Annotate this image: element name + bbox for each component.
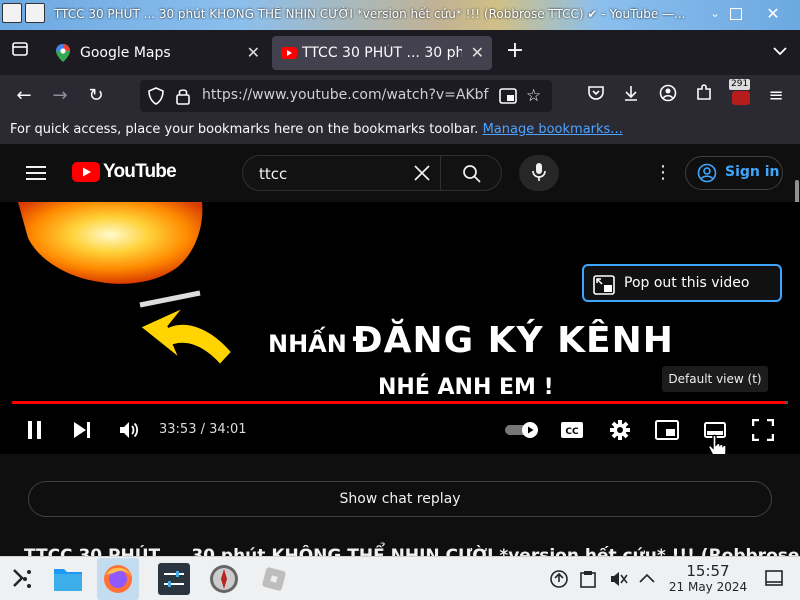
keep-above-icon[interactable] [25,3,45,23]
overlay-text-line2: NHÉ ANH EM ! [378,375,554,400]
user-circle-icon [697,163,717,183]
lock-icon[interactable] [176,87,190,109]
updates-icon[interactable] [550,570,568,592]
fullscreen-icon[interactable] [751,418,775,445]
roblox-icon[interactable] [258,563,290,595]
tab-label: Google Maps [80,45,171,61]
search-box[interactable]: ttcc [242,155,502,191]
tab-youtube-video[interactable]: TTCC 30 PHÚT ... 30 phút ✕ [272,36,492,70]
guide-menu-icon[interactable] [26,165,46,185]
search-divider [440,156,441,190]
tab-label: TTCC 30 PHÚT ... 30 phút [302,45,462,61]
clipboard-icon[interactable] [580,570,596,592]
window-title: TTCC 30 PHÚT ... 30 phút KHÔNG THỂ NHỊN … [54,7,686,21]
clock-time[interactable]: 15:57 [672,562,744,580]
bookmarks-hint-text: For quick access, place your bookmarks h… [10,122,479,137]
google-maps-favicon-icon [56,44,70,66]
application-launcher-icon[interactable] [10,566,36,596]
tooltip: Default view (t) [662,366,768,392]
downloads-icon[interactable] [619,84,643,108]
video-player[interactable]: NHẤN ĐĂNG KÝ KÊNH NHÉ ANH EM ! Pop out t… [0,202,800,454]
app-compass-icon[interactable] [208,563,240,595]
show-chat-replay-button[interactable]: Show chat replay [28,481,772,517]
volume-icon[interactable] [118,419,140,445]
list-all-tabs-icon[interactable] [768,39,792,63]
sign-in-label: Sign in [725,164,780,180]
bookmark-star-icon[interactable]: ☆ [526,86,541,106]
firefox-icon[interactable] [102,563,134,595]
autoplay-toggle[interactable] [504,421,540,443]
forward-icon[interactable]: → [48,84,72,108]
subtitles-icon[interactable]: CC [560,421,584,443]
extension-addon-icon[interactable]: 291 [729,79,753,108]
mouse-cursor-icon [707,434,729,454]
expand-tray-icon[interactable] [638,570,656,589]
next-video-icon[interactable] [72,420,92,444]
bookmarks-toolbar: For quick access, place your bookmarks h… [0,117,800,144]
account-icon[interactable] [656,84,680,108]
pointing-arrow-graphic [138,290,234,367]
microphone-icon [532,163,546,181]
window-menu-icon[interactable] [2,3,22,23]
clock-date[interactable]: 21 May 2024 [662,580,754,594]
pop-out-icon [593,275,615,295]
clear-search-icon[interactable] [413,164,431,186]
close-tab-icon[interactable]: ✕ [247,43,260,62]
volume-muted-icon[interactable] [609,569,629,593]
close-tab-icon[interactable]: ✕ [471,43,484,62]
extension-badge: 291 [729,79,751,90]
maximize-icon[interactable] [730,8,742,20]
address-bar[interactable]: https://www.youtube.com/watch?v=AKbf ☆ [140,80,552,112]
window-titlebar: TTCC 30 PHÚT ... 30 phút KHÔNG THỂ NHỊN … [0,0,800,30]
overlay-text-big: ĐĂNG KÝ KÊNH [352,320,674,361]
navigation-toolbar: ← → ↻ https://www.youtube.com/watch?v=AK… [0,75,800,117]
svg-text:CC: CC [565,427,579,437]
minimize-icon[interactable]: ⌄ [706,5,724,23]
back-icon[interactable]: ← [12,84,36,108]
progress-fill [12,401,785,404]
show-desktop-icon[interactable] [765,570,783,590]
pause-icon[interactable] [26,420,44,444]
sign-in-button[interactable]: Sign in [685,156,783,190]
miniplayer-icon[interactable] [655,420,679,444]
tab-bar: Google Maps ✕ TTCC 30 PHÚT ... 30 phút ✕… [0,30,800,75]
hamburger-menu-icon[interactable]: ≡ [764,84,788,108]
file-manager-icon[interactable] [52,563,84,595]
pop-out-video-button[interactable]: Pop out this video [582,264,782,302]
pocket-icon[interactable] [584,84,608,108]
search-input[interactable]: ttcc [259,165,287,183]
taskbar: 15:57 21 May 2024 [0,556,800,600]
voice-search-button[interactable] [519,155,559,191]
settings-more-icon[interactable]: ⋮ [654,164,672,182]
url-text: https://www.youtube.com/watch?v=AKbf [202,87,489,103]
tab-list-icon[interactable] [8,40,32,64]
settings-gear-icon[interactable] [609,419,631,445]
close-window-icon[interactable]: ✕ [764,5,782,23]
pop-out-label: Pop out this video [624,275,750,291]
search-icon[interactable] [462,164,482,188]
below-video-area: Show chat replay TTCC 30 PHÚT ... 30 phú… [0,454,800,566]
tab-google-maps[interactable]: Google Maps ✕ [46,36,268,70]
new-tab-icon[interactable]: + [503,39,527,63]
system-settings-icon[interactable] [158,563,190,595]
extensions-icon[interactable] [692,84,716,108]
youtube-favicon-icon [281,47,297,63]
manage-bookmarks-link[interactable]: Manage bookmarks... [483,122,623,137]
youtube-header: YouTube ttcc ⋮ Sign in [0,144,800,224]
tracking-protection-shield-icon[interactable] [148,87,164,109]
time-display: 33:53 / 34:01 [159,422,247,437]
picture-in-picture-icon[interactable] [499,88,517,108]
reload-icon[interactable]: ↻ [84,84,108,108]
overlay-text-small: NHẤN [268,330,347,358]
youtube-logo-text: YouTube [103,161,177,182]
progress-bar[interactable] [12,401,788,404]
